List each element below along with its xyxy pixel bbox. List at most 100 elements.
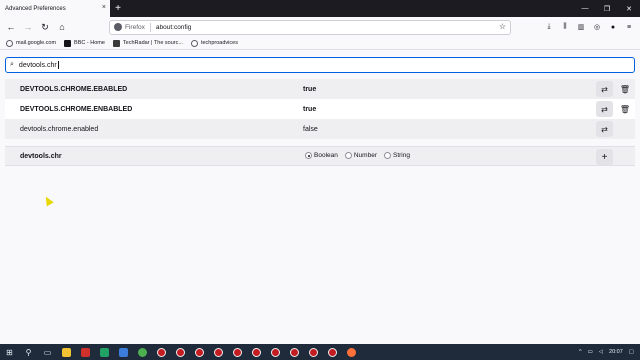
- pref-name: DEVTOOLS.CHROME.EBABLED: [20, 85, 128, 93]
- volume-icon[interactable]: ◁: [599, 349, 603, 355]
- sidebar-icon[interactable]: ▥: [573, 19, 589, 35]
- forward-button[interactable]: →: [20, 19, 36, 35]
- add-pref-button[interactable]: +: [596, 149, 613, 165]
- identity-label: Firefox: [125, 23, 145, 31]
- pref-type-radio-group: Boolean Number String: [305, 152, 417, 159]
- delete-icon[interactable]: 🗑: [618, 101, 632, 117]
- bookmark-star-icon[interactable]: ☆: [499, 22, 506, 31]
- notifications-icon[interactable]: ▢: [629, 349, 634, 355]
- pref-value: true: [303, 85, 317, 93]
- restore-button[interactable]: ❐: [596, 0, 618, 17]
- windows-taskbar: ⊞ ⚲ ▭ ^ ▭ ◁ 20:07 ▢: [0, 344, 640, 360]
- reload-button[interactable]: ↻: [37, 19, 53, 35]
- search-taskbar-icon[interactable]: ⚲: [19, 344, 38, 360]
- window-controls: — ❐ ✕: [574, 0, 640, 17]
- bbc-icon: [64, 39, 72, 47]
- system-tray: ^ ▭ ◁ 20:07 ▢: [573, 349, 640, 355]
- toggle-button[interactable]: ⇄: [596, 101, 613, 117]
- chrome-icon[interactable]: [133, 344, 152, 360]
- tab-strip: Advanced Preferences × + — ❐ ✕: [0, 0, 640, 17]
- tab-close-icon[interactable]: ×: [102, 4, 106, 11]
- opera-icon[interactable]: [171, 344, 190, 360]
- search-icon: ⌕: [10, 61, 14, 68]
- opera-icon[interactable]: [152, 344, 171, 360]
- radio-dot-icon: [383, 152, 391, 159]
- tab-advanced-preferences[interactable]: Advanced Preferences ×: [0, 0, 110, 17]
- bookmark-techradar[interactable]: TechRadar | The sourc...: [112, 39, 183, 47]
- bookmarks-toolbar: mail.google.com BBC - Home TechRadar | T…: [0, 37, 640, 50]
- url-bar[interactable]: Firefox about:config ☆: [109, 19, 511, 35]
- identity-box[interactable]: Firefox: [114, 23, 145, 31]
- opera-icon[interactable]: [247, 344, 266, 360]
- mouse-cursor-icon: [42, 194, 54, 207]
- firefox-icon: [114, 23, 122, 31]
- firefox-taskbar-icon[interactable]: [342, 344, 361, 360]
- delete-icon[interactable]: 🗑: [618, 81, 632, 97]
- radio-label: Number: [353, 152, 377, 159]
- pref-search-input[interactable]: ⌕ devtools.chr: [5, 57, 635, 73]
- opera-icon[interactable]: [304, 344, 323, 360]
- preferences-table: DEVTOOLS.CHROME.EBABLED true ⇄ 🗑 DEVTOOL…: [5, 79, 635, 139]
- pref-value: true: [303, 105, 317, 113]
- sync-icon[interactable]: ◎: [589, 19, 605, 35]
- pref-value: false: [303, 125, 318, 133]
- bookmark-label: techproadvices: [200, 40, 238, 46]
- bookmark-label: mail.google.com: [16, 40, 57, 46]
- radio-dot-icon: [305, 152, 312, 159]
- taskbar-clock[interactable]: 20:07: [609, 349, 623, 355]
- globe-icon: [190, 39, 198, 47]
- radio-label: Boolean: [314, 152, 338, 159]
- bookmark-techproadvices[interactable]: techproadvices: [190, 39, 238, 47]
- minimize-button[interactable]: —: [574, 0, 596, 17]
- text-caret: [57, 61, 59, 69]
- downloads-icon[interactable]: ⤓: [541, 19, 557, 35]
- pref-row: devtools.chrome.enabled false ⇄: [5, 119, 635, 139]
- opera-icon[interactable]: [190, 344, 209, 360]
- home-button[interactable]: ⌂: [54, 19, 70, 35]
- globe-icon: [6, 39, 13, 47]
- bookmark-bbc[interactable]: BBC - Home: [64, 39, 105, 47]
- pref-name: devtools.chrome.enabled: [20, 125, 99, 133]
- new-pref-name: devtools.chr: [20, 153, 62, 160]
- opera-icon[interactable]: [266, 344, 285, 360]
- excel-icon[interactable]: [95, 344, 114, 360]
- bookmark-label: TechRadar | The sourc...: [122, 40, 183, 46]
- radio-dot-icon: [344, 152, 352, 159]
- toolbar-tools: ⤓ ⫼ ▥ ◎ ● ≡: [541, 19, 637, 35]
- opera-icon[interactable]: [323, 344, 342, 360]
- radio-string[interactable]: String: [383, 152, 410, 159]
- opera-icon[interactable]: [285, 344, 304, 360]
- start-button[interactable]: ⊞: [0, 344, 19, 360]
- radio-number[interactable]: Number: [344, 152, 377, 159]
- pref-name: DEVTOOLS.CHROME.ENBABLED: [20, 105, 133, 113]
- radio-label: String: [392, 152, 410, 159]
- back-button[interactable]: ←: [3, 19, 19, 35]
- close-window-button[interactable]: ✕: [618, 0, 640, 17]
- app-blue-icon[interactable]: [114, 344, 133, 360]
- file-explorer-icon[interactable]: [57, 344, 76, 360]
- new-tab-button[interactable]: +: [110, 0, 126, 17]
- radio-boolean[interactable]: Boolean: [305, 152, 338, 159]
- library-icon[interactable]: ⫼: [557, 19, 573, 35]
- toggle-button[interactable]: ⇄: [596, 81, 613, 97]
- tab-title: Advanced Preferences: [5, 5, 66, 12]
- tray-chevron-icon[interactable]: ^: [579, 349, 582, 355]
- techradar-icon: [112, 39, 120, 47]
- menu-icon[interactable]: ≡: [621, 19, 637, 35]
- toggle-button[interactable]: ⇄: [596, 121, 613, 137]
- search-value[interactable]: devtools.chr: [19, 62, 57, 69]
- account-icon[interactable]: ●: [605, 19, 621, 35]
- app-red-icon[interactable]: [76, 344, 95, 360]
- opera-icon[interactable]: [228, 344, 247, 360]
- pref-row: DEVTOOLS.CHROME.EBABLED true ⇄ 🗑: [5, 79, 635, 99]
- pref-row: DEVTOOLS.CHROME.ENBABLED true ⇄ 🗑: [5, 99, 635, 119]
- new-pref-row: devtools.chr Boolean Number String +: [5, 146, 635, 166]
- bookmark-mail-google[interactable]: mail.google.com: [6, 39, 57, 47]
- navigation-toolbar: ← → ↻ ⌂ Firefox about:config ☆ ⤓ ⫼ ▥ ◎ ●…: [0, 17, 640, 37]
- task-view-icon[interactable]: ▭: [38, 344, 57, 360]
- network-icon[interactable]: ▭: [588, 349, 593, 355]
- opera-icon[interactable]: [209, 344, 228, 360]
- bookmark-label: BBC - Home: [74, 40, 105, 46]
- url-text[interactable]: about:config: [156, 24, 191, 31]
- url-divider: [149, 22, 151, 32]
